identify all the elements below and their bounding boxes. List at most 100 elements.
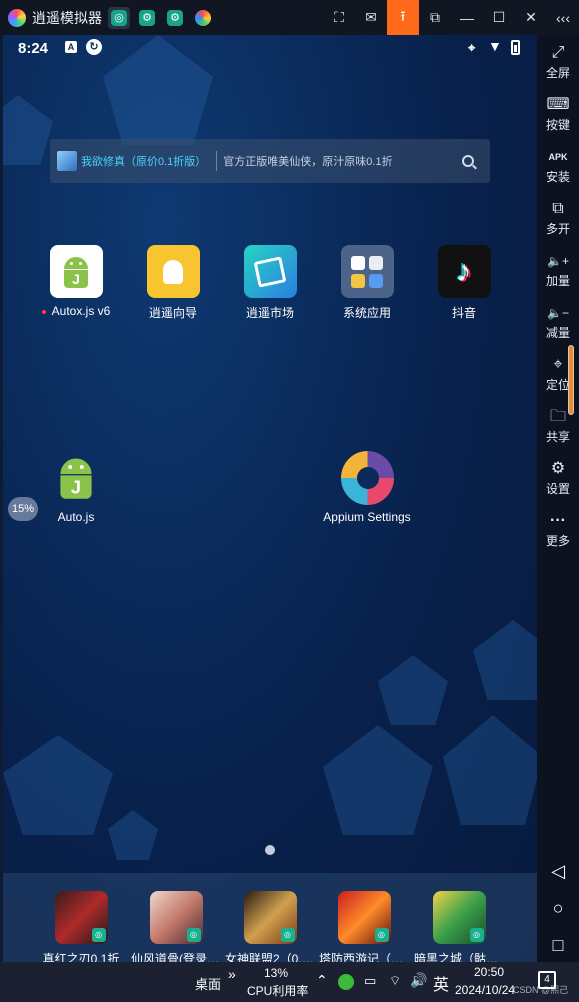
app-label: 抖音 [451,306,476,320]
wallpaper-shape [443,715,537,825]
side-label: 设置 [545,482,570,496]
game-dock: ◎ 真红之刃0.1折 ◎ 仙风道骨(登录送... ◎ 女神联盟2（0.1... … [3,873,537,962]
wallpaper-shape [3,735,113,835]
lightbulb-icon [146,245,200,298]
page-indicator [265,845,275,855]
tab-settings-2[interactable]: ⚙ [164,7,186,29]
status-bar: 8:24 A ↻ ⌖ ▼ [3,35,537,61]
taskbar-date[interactable]: 2024/10/24 [455,983,515,997]
dock-game-2[interactable]: ◎ 仙风道骨(登录送... [131,891,221,962]
dock-game-3[interactable]: ◎ 女神联盟2（0.1... [225,891,315,962]
wallpaper-shape [3,95,53,165]
wifi-tray-icon[interactable]: ⌔ [389,973,401,989]
game-icon: ◎ [432,891,486,944]
android-screen: 8:24 A ↻ ⌖ ▼ 我欲修真（原价0.1折版） 官方正版唯美仙侠，原汁原味… [3,35,537,962]
window-title: 逍遥模拟器 [32,9,102,26]
tool-sidebar: ⤢ 全屏 ⌨ 按键 APK 安装 ⧉ 多开 🔈+ 加量 🔈− 减量 ⌖ 定位 🗀… [537,35,579,962]
desktop-toolbar[interactable]: 桌面 [195,974,221,993]
minimize-button[interactable]: — [451,0,483,35]
search-divider [216,151,218,171]
tray-expand-icon[interactable]: ⌃ [316,972,328,989]
app-xiaoyao-market[interactable]: 逍遥市场 [220,245,320,321]
settings-button[interactable]: ⚙ 设置 [537,459,579,497]
back-button[interactable]: ◁ [537,861,579,882]
cpu-label: CPU利用率 [247,984,309,998]
app-xiaoyao-guide[interactable]: 逍遥向导 [123,245,223,321]
multi-instance-button[interactable]: ⧉ 多开 [537,199,579,237]
app-label: 逍遥市场 [245,306,294,320]
taskbar-time[interactable]: 20:50 [474,965,504,979]
app-label: 逍遥向导 [148,306,197,320]
wallpaper-shape [473,620,537,700]
app-autoxjs[interactable]: J Autox.js v6 [26,245,126,318]
appium-icon [340,450,394,505]
app-douyin[interactable]: ♪ 抖音 [414,245,514,321]
tab-home[interactable]: ◎ [108,6,130,29]
screenshot-button[interactable]: ⛶ [323,0,355,35]
wallpaper-shape [108,810,158,860]
search-bar[interactable]: 我欲修真（原价0.1折版） 官方正版唯美仙侠，原汁原味0.1折 [50,139,490,183]
volume-up-button[interactable]: 🔈+ 加量 [537,251,579,289]
keymap-button[interactable]: ⌨ 按键 [537,95,579,133]
game-thumbnail-icon [57,151,77,171]
search-icon[interactable] [462,155,474,167]
app-tab-icon [195,9,211,26]
shopping-bag-icon [243,245,297,298]
collapse-sidebar-button[interactable]: ‹‹‹ [547,0,579,35]
side-label: 更多 [545,534,570,548]
app-appium-settings[interactable]: Appium Settings [317,450,417,524]
install-apk-button[interactable]: APK 安装 [537,147,579,185]
side-label: 多开 [545,222,570,236]
tab-settings-1[interactable]: ⚙ [136,7,158,29]
toolbar-chevron-icon[interactable]: » [228,966,236,982]
volume-down-icon: 🔈− [547,306,569,320]
game-icon: ◎ [337,891,391,944]
app-label: Appium Settings [323,510,411,524]
dock-game-5[interactable]: ◎ 暗黑之城（骷髅... [414,891,504,962]
home-button[interactable]: ○ [537,898,579,919]
notification-a-icon: A [65,41,77,53]
ime-indicator[interactable]: 英 [433,971,449,995]
dock-game-1[interactable]: ◎ 真红之刃0.1折 [36,891,126,962]
game-icon: ◎ [54,891,108,944]
maximize-button[interactable]: ☐ [483,0,515,35]
sidebar-scrollbar[interactable] [568,345,574,415]
recents-button[interactable]: □ [537,935,579,956]
tab-app[interactable] [192,7,214,29]
gear-icon: ⚙ [139,9,155,26]
volume-up-icon: 🔈+ [547,254,569,268]
dock-label: 女神联盟2（0.1... [225,952,315,962]
multi-instance-icon: ⧉ [552,200,564,217]
app-system-apps[interactable]: 系统应用 [317,245,417,321]
message-button[interactable]: ✉ [355,0,387,35]
dock-label: 真红之刃0.1折 [42,952,120,962]
battery-tray-icon[interactable]: ▭ [364,973,376,989]
volume-down-button[interactable]: 🔈− 减量 [537,303,579,341]
more-button[interactable]: ··· 更多 [537,511,579,549]
app-label: Autox.js v6 [51,304,111,318]
battery-icon [511,40,520,55]
android-j-icon: J [50,451,103,504]
upload-button[interactable]: ⭱ [387,0,419,35]
app-logo-icon [8,8,26,27]
dock-game-4[interactable]: ◎ 塔防西游记（0.1... [319,891,409,962]
app-label: Auto.js [57,510,95,524]
apk-install-icon: APK [548,152,568,162]
tiktok-icon: ♪ [437,245,491,298]
memory-boost-bubble[interactable]: 15% [8,497,38,521]
status-time: 8:24 [18,40,49,57]
gear-icon: ⚙ [550,460,566,477]
more-icon: ··· [550,512,566,529]
close-button[interactable]: ✕ [515,0,547,35]
security-tray-icon[interactable] [338,974,354,990]
windows-taskbar: 桌面 » 13% CPU利用率 ⌃ ▭ ⌔ 🔊 英 20:50 2024/10/… [0,962,579,1002]
app-autojs[interactable]: J Auto.js [26,451,126,524]
notification-center-icon[interactable]: 4 [538,971,556,989]
fullscreen-button[interactable]: ⤢ 全屏 [537,43,579,81]
game-icon: ◎ [243,891,297,944]
side-label: 按键 [545,118,570,132]
restore-button[interactable]: ⧉ [419,0,451,35]
wallpaper-shape [323,725,433,835]
side-label: 全屏 [545,66,570,80]
volume-tray-icon[interactable]: 🔊 [410,972,427,989]
